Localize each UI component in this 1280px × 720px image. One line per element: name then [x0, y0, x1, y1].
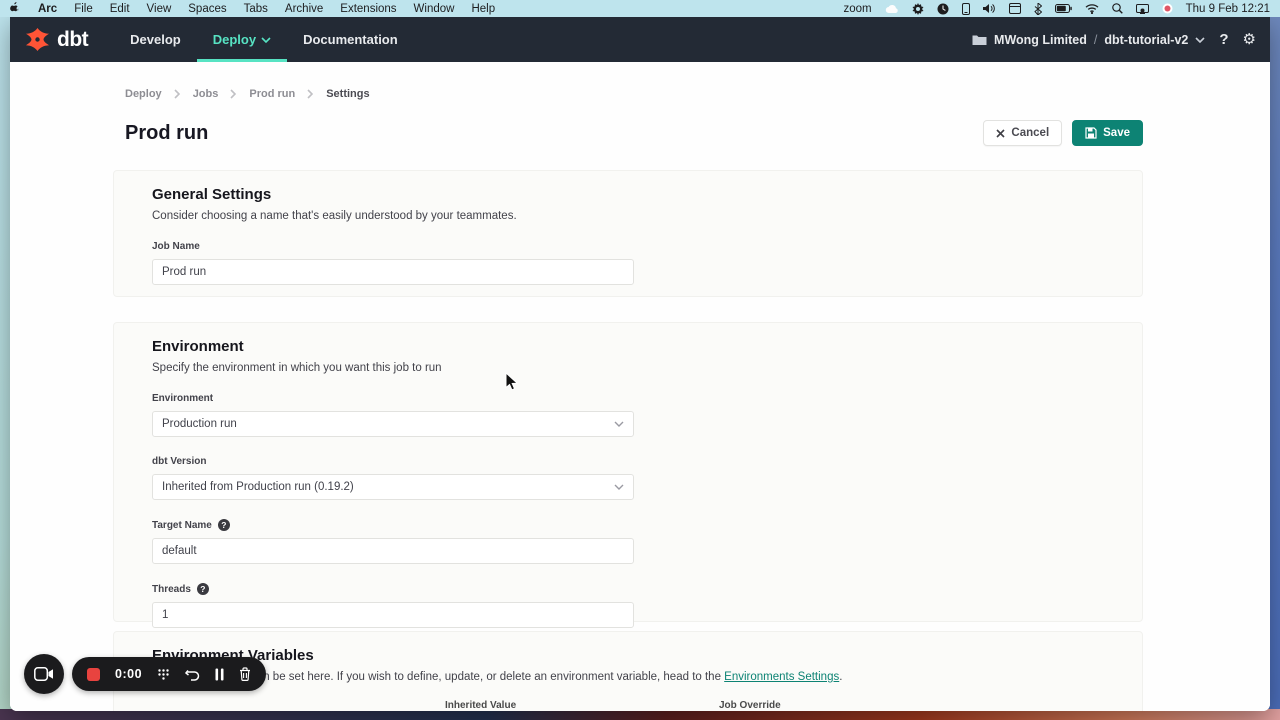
- wifi-icon[interactable]: [1085, 4, 1099, 14]
- clock-status-icon[interactable]: [937, 3, 949, 15]
- settings-gear-button[interactable]: ⚙: [1243, 32, 1256, 47]
- menubar-item-window[interactable]: Window: [414, 3, 455, 15]
- delete-recording-icon[interactable]: [239, 667, 251, 681]
- recording-indicator-icon[interactable]: [1162, 3, 1173, 14]
- drag-handle-icon[interactable]: [157, 668, 170, 681]
- project-name: dbt-tutorial-v2: [1104, 33, 1188, 47]
- restart-recording-icon[interactable]: [185, 668, 200, 681]
- target-name-help-icon[interactable]: ?: [218, 519, 230, 531]
- environment-subtitle: Specify the environment in which you wan…: [152, 362, 1104, 374]
- menubar-clock[interactable]: Thu 9 Feb 12:21: [1186, 3, 1270, 15]
- settings-gear-icon[interactable]: [912, 3, 924, 15]
- env-vars-col-inherited: Inherited Value: [445, 700, 719, 711]
- save-icon: [1085, 127, 1097, 139]
- menubar-item-view[interactable]: View: [147, 3, 172, 15]
- account-separator: /: [1094, 33, 1097, 47]
- chevron-right-icon: [307, 89, 314, 99]
- breadcrumb-settings: Settings: [326, 88, 369, 100]
- battery-icon[interactable]: [1055, 4, 1072, 13]
- environment-select-label: Environment: [152, 393, 1104, 404]
- menubar-item-archive[interactable]: Archive: [285, 3, 323, 15]
- threads-input[interactable]: [152, 602, 634, 628]
- browser-window: dbt Develop Deploy Documentation MWong L…: [10, 17, 1270, 711]
- threads-help-icon[interactable]: ?: [197, 583, 209, 595]
- folder-icon: [972, 34, 987, 46]
- dbt-top-navbar: dbt Develop Deploy Documentation MWong L…: [10, 17, 1270, 62]
- help-button[interactable]: ?: [1219, 31, 1228, 48]
- nav-item-deploy[interactable]: Deploy: [197, 17, 287, 62]
- environment-select[interactable]: Production run: [152, 411, 634, 437]
- dbt-logo-text: dbt: [57, 28, 88, 52]
- target-name-label: Target Name ?: [152, 519, 1104, 531]
- pause-recording-icon[interactable]: [215, 668, 224, 681]
- dbt-logo[interactable]: dbt: [24, 17, 88, 62]
- account-name: MWong Limited: [994, 33, 1087, 47]
- environment-card: Environment Specify the environment in w…: [113, 322, 1143, 622]
- dbt-version-label: dbt Version: [152, 456, 1104, 467]
- environment-variables-card: Environment Variables Job level override…: [113, 631, 1143, 711]
- menubar-item-extensions[interactable]: Extensions: [340, 3, 396, 15]
- spotlight-search-icon[interactable]: [1112, 3, 1123, 14]
- chevron-down-icon: [614, 421, 624, 427]
- dbt-version-select[interactable]: Inherited from Production run (0.19.2): [152, 474, 634, 500]
- device-icon[interactable]: [962, 3, 970, 15]
- breadcrumb-deploy[interactable]: Deploy: [125, 88, 162, 100]
- cancel-button[interactable]: Cancel: [983, 120, 1062, 146]
- threads-label: Threads ?: [152, 583, 1104, 595]
- screen-recording-toolbar: 0:00: [72, 657, 266, 691]
- chevron-down-icon: [614, 484, 624, 490]
- nav-item-develop[interactable]: Develop: [114, 17, 197, 62]
- chevron-right-icon: [174, 89, 181, 99]
- menubar-app-name[interactable]: Arc: [38, 3, 57, 15]
- chevron-right-icon: [230, 89, 237, 99]
- camera-toggle-button[interactable]: [24, 654, 64, 694]
- macos-menubar: Arc File Edit View Spaces Tabs Archive E…: [0, 0, 1280, 17]
- apple-menu-icon[interactable]: [10, 2, 21, 15]
- volume-icon[interactable]: [983, 3, 996, 14]
- menubar-item-spaces[interactable]: Spaces: [188, 3, 226, 15]
- menubar-item-help[interactable]: Help: [471, 3, 495, 15]
- chevron-down-icon: [261, 37, 271, 43]
- env-vars-col-override: Job Override: [719, 700, 1104, 711]
- general-settings-title: General Settings: [152, 186, 1104, 203]
- screen-mirroring-icon[interactable]: [1136, 4, 1149, 14]
- environments-settings-link[interactable]: Environments Settings: [724, 671, 839, 683]
- breadcrumb-jobs[interactable]: Jobs: [193, 88, 219, 100]
- calendar-icon[interactable]: [1009, 3, 1021, 14]
- environment-variables-title: Environment Variables: [152, 647, 1104, 664]
- breadcrumb-prod-run[interactable]: Prod run: [249, 88, 295, 100]
- recording-timer: 0:00: [115, 667, 142, 681]
- save-button[interactable]: Save: [1072, 120, 1143, 146]
- account-project-switcher[interactable]: MWong Limited / dbt-tutorial-v2: [972, 33, 1205, 47]
- stop-recording-button[interactable]: [87, 668, 100, 681]
- menubar-item-edit[interactable]: Edit: [110, 3, 130, 15]
- environment-title: Environment: [152, 338, 1104, 355]
- cloud-icon[interactable]: [885, 4, 899, 14]
- close-icon: [996, 129, 1005, 138]
- zoom-menubar-item[interactable]: zoom: [843, 3, 871, 15]
- environment-variables-description: Job level overrides can be set here. If …: [152, 671, 1104, 683]
- target-name-input[interactable]: [152, 538, 634, 564]
- env-vars-table-header: Inherited Value Job Override: [152, 694, 1104, 711]
- menubar-item-file[interactable]: File: [74, 3, 93, 15]
- page-content: Deploy Jobs Prod run Settings Prod run C…: [10, 62, 1270, 711]
- page-title: Prod run: [125, 122, 208, 145]
- breadcrumb: Deploy Jobs Prod run Settings: [125, 88, 370, 100]
- general-settings-subtitle: Consider choosing a name that's easily u…: [152, 210, 1104, 222]
- dbt-logo-icon: [24, 26, 51, 53]
- job-name-input[interactable]: [152, 259, 634, 285]
- video-camera-icon: [34, 667, 54, 681]
- menubar-item-tabs[interactable]: Tabs: [244, 3, 268, 15]
- nav-item-documentation[interactable]: Documentation: [287, 17, 414, 62]
- general-settings-card: General Settings Consider choosing a nam…: [113, 170, 1143, 297]
- chevron-down-icon: [1195, 37, 1205, 43]
- bluetooth-icon[interactable]: [1034, 3, 1042, 15]
- job-name-label: Job Name: [152, 241, 1104, 252]
